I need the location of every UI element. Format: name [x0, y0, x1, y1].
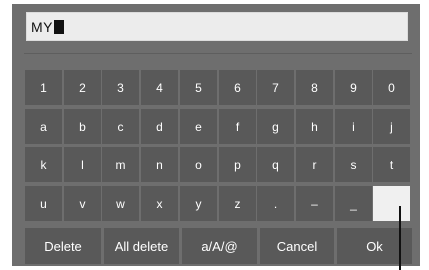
- key-row-1-col-9[interactable]: 9: [335, 70, 372, 105]
- key-row-2-col-3[interactable]: c: [102, 109, 139, 144]
- key-row-3-col-2[interactable]: l: [64, 147, 101, 182]
- key-row-4-col-5[interactable]: y: [180, 186, 217, 221]
- pointer-line: [399, 206, 401, 270]
- key-row-2-col-1[interactable]: a: [25, 109, 62, 144]
- text-input-value: MY: [31, 19, 53, 35]
- key-row-1-col-2[interactable]: 2: [64, 70, 101, 105]
- mode-toggle-button[interactable]: a/A/@: [182, 228, 257, 264]
- key-row-1-col-1[interactable]: 1: [25, 70, 62, 105]
- key-row-4-col-1[interactable]: u: [25, 186, 62, 221]
- key-row-2-col-6[interactable]: f: [219, 109, 256, 144]
- key-row-1-col-5[interactable]: 5: [180, 70, 217, 105]
- key-row-3-col-9[interactable]: s: [335, 147, 372, 182]
- key-row-3-col-7[interactable]: q: [257, 147, 294, 182]
- key-row-4-col-9[interactable]: _: [335, 186, 372, 221]
- key-row-4-col-2[interactable]: v: [64, 186, 101, 221]
- key-row-3-col-3[interactable]: m: [102, 147, 139, 182]
- key-row-3-col-5[interactable]: o: [180, 147, 217, 182]
- key-row-3-col-8[interactable]: r: [296, 147, 333, 182]
- key-row-4-col-7[interactable]: .: [257, 186, 294, 221]
- text-cursor: [54, 20, 64, 34]
- key-row-3-col-10[interactable]: t: [373, 147, 410, 182]
- cancel-button[interactable]: Cancel: [260, 228, 334, 264]
- key-row-2-col-4[interactable]: d: [141, 109, 178, 144]
- all-delete-button[interactable]: All delete: [104, 228, 179, 264]
- key-row-1-col-7[interactable]: 7: [257, 70, 294, 105]
- key-row-4-col-3[interactable]: w: [102, 186, 139, 221]
- text-input[interactable]: MY: [26, 12, 408, 41]
- key-row-4-col-8[interactable]: –: [296, 186, 333, 221]
- key-row-2-col-2[interactable]: b: [64, 109, 101, 144]
- key-row-2-col-9[interactable]: i: [335, 109, 372, 144]
- key-row-1-col-3[interactable]: 3: [102, 70, 139, 105]
- key-row-2-col-8[interactable]: h: [296, 109, 333, 144]
- key-row-1-col-6[interactable]: 6: [219, 70, 256, 105]
- key-row-3-col-1[interactable]: k: [25, 147, 62, 182]
- key-row-3-col-4[interactable]: n: [141, 147, 178, 182]
- key-row-1-col-10[interactable]: 0: [373, 70, 410, 105]
- divider: [24, 53, 412, 54]
- key-row-4-col-10[interactable]: [373, 186, 410, 221]
- key-row-1-col-8[interactable]: 8: [296, 70, 333, 105]
- key-row-1-col-4[interactable]: 4: [141, 70, 178, 105]
- key-row-4-col-4[interactable]: x: [141, 186, 178, 221]
- key-row-2-col-10[interactable]: j: [373, 109, 410, 144]
- key-row-3-col-6[interactable]: p: [219, 147, 256, 182]
- key-row-2-col-5[interactable]: e: [180, 109, 217, 144]
- key-row-2-col-7[interactable]: g: [257, 109, 294, 144]
- delete-button[interactable]: Delete: [25, 228, 101, 264]
- key-row-4-col-6[interactable]: z: [219, 186, 256, 221]
